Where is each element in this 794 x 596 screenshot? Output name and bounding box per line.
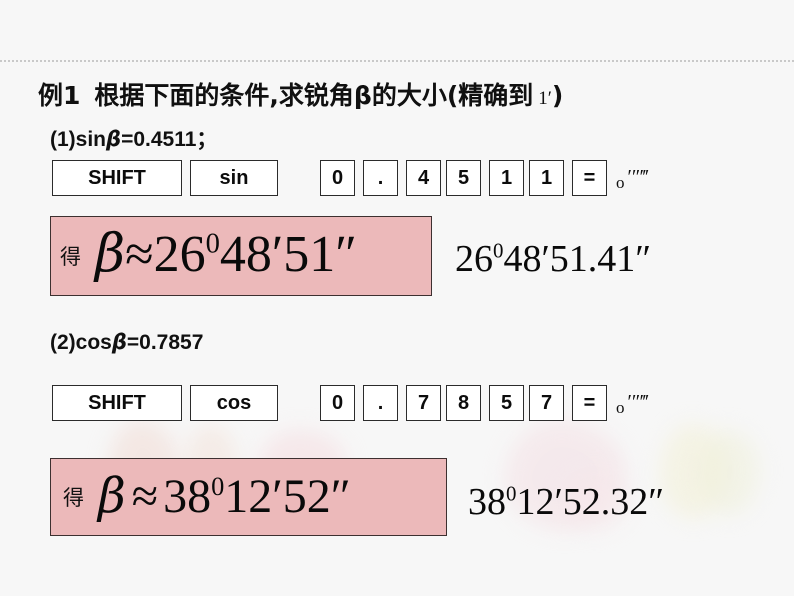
result-expression-1: β≈26048′51″ [95, 228, 357, 281]
example-label: 例1 [38, 81, 81, 110]
dms-prime-glyphs: ′″‴ [627, 391, 649, 413]
slide-content: 例1 根据下面的条件,求锐角β的大小(精确到 1′) (1)sinβ=0.4511；… [0, 0, 794, 596]
calculator-keys-row-1: SHIFT sin 0 . 4 5 1 1 = o ′″‴ [52, 160, 649, 196]
key-digit-0[interactable]: 0 [320, 385, 355, 421]
dms-degree-glyph: o [616, 398, 625, 417]
key-digit-7-a[interactable]: 7 [406, 385, 441, 421]
key-digit-4[interactable]: 4 [406, 160, 441, 196]
result-highlight-box-2: 得 β ≈38012′52″ [50, 458, 447, 536]
problem-1-value: 0.4511 [133, 128, 197, 151]
key-digit-1-b[interactable]: 1 [529, 160, 564, 196]
result-approx-1: ≈ [125, 225, 154, 283]
key-digit-5[interactable]: 5 [489, 385, 524, 421]
key-equals[interactable]: = [572, 385, 607, 421]
dms-prime-glyphs: ′″‴ [627, 166, 649, 188]
problem-1-function: sin [75, 128, 107, 151]
key-digit-0[interactable]: 0 [320, 160, 355, 196]
exact-degrees-2: 38 [468, 481, 506, 523]
title-text-before-beta: 根据下面的条件,求锐角 [94, 81, 354, 110]
key-sin[interactable]: sin [190, 160, 278, 196]
title-beta-symbol: β [353, 81, 372, 110]
exact-seconds-1: 51.41 [549, 238, 636, 280]
result-second-symbol-1: ″ [335, 225, 357, 283]
key-digit-8[interactable]: 8 [446, 385, 481, 421]
exact-answer-2: 38012′52.32″ [468, 483, 664, 521]
result-approx-2: ≈ [131, 469, 159, 523]
result-degree-symbol-2: 0 [211, 470, 225, 501]
problem-2-variable: β [111, 330, 127, 354]
key-decimal-point[interactable]: . [363, 385, 398, 421]
exact-seconds-2: 52.32 [562, 481, 649, 523]
dms-key-icon[interactable]: o ′″‴ [616, 391, 649, 417]
result-minutes-1: 48 [219, 225, 272, 283]
title-close-paren: ) [551, 81, 564, 110]
result-second-symbol-2: ″ [330, 469, 351, 523]
result-prefix-2: 得 [63, 486, 84, 510]
key-digit-5[interactable]: 5 [446, 160, 481, 196]
result-minute-symbol-1: ′ [271, 225, 284, 283]
exact-minute-symbol-2: ′ [554, 481, 563, 523]
title-text-after-beta: 的大小(精确到 [371, 81, 534, 110]
exact-minute-symbol-1: ′ [541, 238, 550, 280]
result-expression-2: β ≈38012′52″ [98, 472, 351, 521]
problem-1-equation: (1)sinβ=0.4511； [50, 123, 217, 153]
key-digit-1-a[interactable]: 1 [489, 160, 524, 196]
problem-2-number: (2) [50, 331, 76, 354]
result-degrees-1: 26 [153, 225, 206, 283]
result-seconds-1: 51 [283, 225, 336, 283]
result-beta-2: β [98, 467, 126, 524]
result-highlight-box-1: 得 β≈26048′51″ [50, 216, 432, 296]
problem-1-variable: β [106, 127, 122, 151]
result-degrees-2: 38 [163, 469, 212, 523]
result-prefix-1: 得 [60, 245, 81, 269]
problem-2-function: cos [75, 331, 112, 354]
dms-key-icon[interactable]: o ′″‴ [616, 166, 649, 192]
exact-degree-symbol-1: 0 [493, 238, 504, 263]
key-equals[interactable]: = [572, 160, 607, 196]
key-shift[interactable]: SHIFT [52, 160, 182, 196]
result-minutes-2: 12 [224, 469, 273, 523]
problem-1-terminator: ； [196, 128, 218, 151]
key-digit-7-b[interactable]: 7 [529, 385, 564, 421]
title-precision-value: 1 [538, 88, 548, 109]
result-beta-1: β [95, 223, 126, 284]
problem-1-number: (1) [50, 128, 76, 151]
key-cos[interactable]: cos [190, 385, 278, 421]
key-decimal-point[interactable]: . [363, 160, 398, 196]
exact-minutes-1: 48 [503, 238, 542, 280]
result-degree-symbol-1: 0 [205, 228, 220, 260]
calculator-keys-row-2: SHIFT cos 0 . 7 8 5 7 = o ′″‴ [52, 385, 649, 421]
exact-second-symbol-2: ″ [648, 481, 665, 523]
page-title: 例1 根据下面的条件,求锐角β的大小(精确到 1′) [38, 76, 563, 112]
exact-degree-symbol-2: 0 [506, 481, 517, 506]
problem-2-value: 0.7857 [139, 331, 204, 354]
problem-1-equals: = [121, 128, 134, 151]
exact-answer-1: 26048′51.41″ [455, 240, 651, 278]
exact-minutes-2: 12 [516, 481, 555, 523]
problem-2-equals: = [126, 331, 140, 354]
problem-2-equation: (2)cosβ=0.7857 [50, 330, 203, 355]
result-minute-symbol-2: ′ [272, 469, 283, 523]
exact-second-symbol-1: ″ [635, 238, 652, 280]
dms-degree-glyph: o [616, 173, 625, 192]
exact-degrees-1: 26 [455, 238, 493, 280]
result-seconds-2: 52 [282, 469, 331, 523]
key-shift[interactable]: SHIFT [52, 385, 182, 421]
